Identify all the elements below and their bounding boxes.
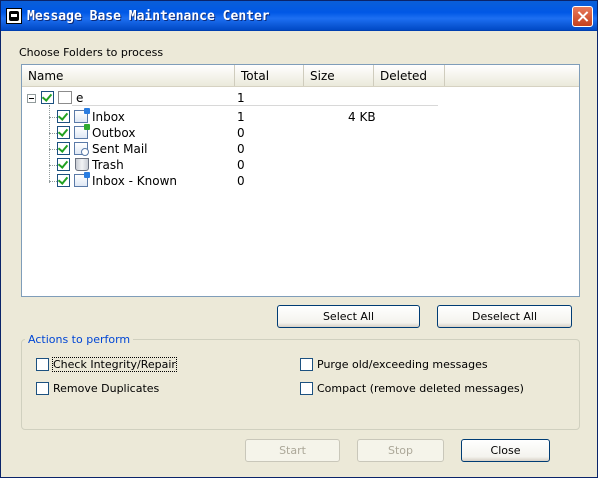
folder-total: 0: [237, 174, 245, 188]
maintenance-dialog: Message Base Maintenance Center Choose F…: [0, 0, 598, 478]
root-divider: [72, 105, 438, 106]
root-total: 1: [237, 91, 245, 105]
collapse-icon[interactable]: [27, 94, 36, 103]
inbox-checkbox[interactable]: [57, 110, 70, 123]
window-title: Message Base Maintenance Center: [27, 9, 270, 24]
tree-row-sent-mail[interactable]: Sent Mail 0: [22, 141, 579, 157]
check-integrity-checkbox[interactable]: [36, 358, 49, 371]
tree-row-outbox[interactable]: Outbox 0: [22, 124, 579, 141]
folder-name: Inbox: [92, 110, 125, 124]
select-all-button[interactable]: Select All: [277, 305, 420, 328]
tree-row-root[interactable]: e 1: [22, 90, 579, 106]
column-total[interactable]: Total: [235, 65, 304, 86]
trash-icon: [75, 158, 89, 171]
folder-tree[interactable]: Name Total Size Deleted e 1 Inbox 1 4 KB: [21, 64, 580, 297]
folders-label: Choose Folders to process: [19, 46, 164, 59]
close-icon[interactable]: [572, 6, 593, 27]
actions-group-title: Actions to perform: [25, 333, 134, 346]
check-integrity-label[interactable]: Check Integrity/Repair: [52, 357, 177, 372]
sent-mail-checkbox[interactable]: [57, 142, 70, 155]
folder-icon: [58, 91, 72, 104]
folder-name: Outbox: [92, 126, 136, 140]
sent-folder-icon: [74, 142, 89, 156]
column-deleted[interactable]: Deleted: [374, 65, 445, 86]
start-button[interactable]: Start: [245, 439, 340, 462]
column-size[interactable]: Size: [304, 65, 374, 86]
remove-duplicates-label[interactable]: Remove Duplicates: [53, 382, 159, 395]
deselect-all-button[interactable]: Deselect All: [437, 305, 572, 328]
folder-total: 0: [237, 142, 245, 156]
folder-total: 1: [237, 110, 245, 124]
compact-checkbox[interactable]: [300, 382, 313, 395]
inbox-folder-icon: [74, 108, 90, 123]
trash-checkbox[interactable]: [57, 158, 70, 171]
folder-name: Sent Mail: [92, 142, 148, 156]
tree-row-trash[interactable]: Trash 0: [22, 157, 579, 173]
folder-name: Inbox - Known: [92, 174, 178, 188]
title-bar[interactable]: Message Base Maintenance Center: [1, 1, 597, 31]
outbox-folder-icon: [74, 124, 90, 139]
tree-row-inbox[interactable]: Inbox 1 4 KB: [22, 108, 579, 125]
folder-size: 4 KB: [348, 110, 376, 124]
folder-total: 0: [237, 126, 245, 140]
inbox-known-checkbox[interactable]: [57, 174, 70, 187]
purge-checkbox[interactable]: [300, 358, 313, 371]
compact-label[interactable]: Compact (remove deleted messages): [317, 382, 524, 395]
purge-label[interactable]: Purge old/exceeding messages: [317, 358, 488, 371]
outbox-checkbox[interactable]: [57, 126, 70, 139]
close-button[interactable]: Close: [461, 439, 550, 462]
folder-total: 0: [237, 158, 245, 172]
root-folder-name: e: [76, 91, 84, 105]
stop-button[interactable]: Stop: [357, 439, 444, 462]
column-name[interactable]: Name: [22, 65, 235, 86]
app-icon: [6, 8, 22, 24]
tree-row-inbox-known[interactable]: Inbox - Known 0: [22, 172, 579, 189]
remove-duplicates-checkbox[interactable]: [36, 382, 49, 395]
tree-header: Name Total Size Deleted: [22, 65, 579, 87]
inbox-folder-icon: [74, 172, 90, 187]
root-checkbox[interactable]: [41, 91, 54, 104]
folder-name: Trash: [92, 158, 124, 172]
